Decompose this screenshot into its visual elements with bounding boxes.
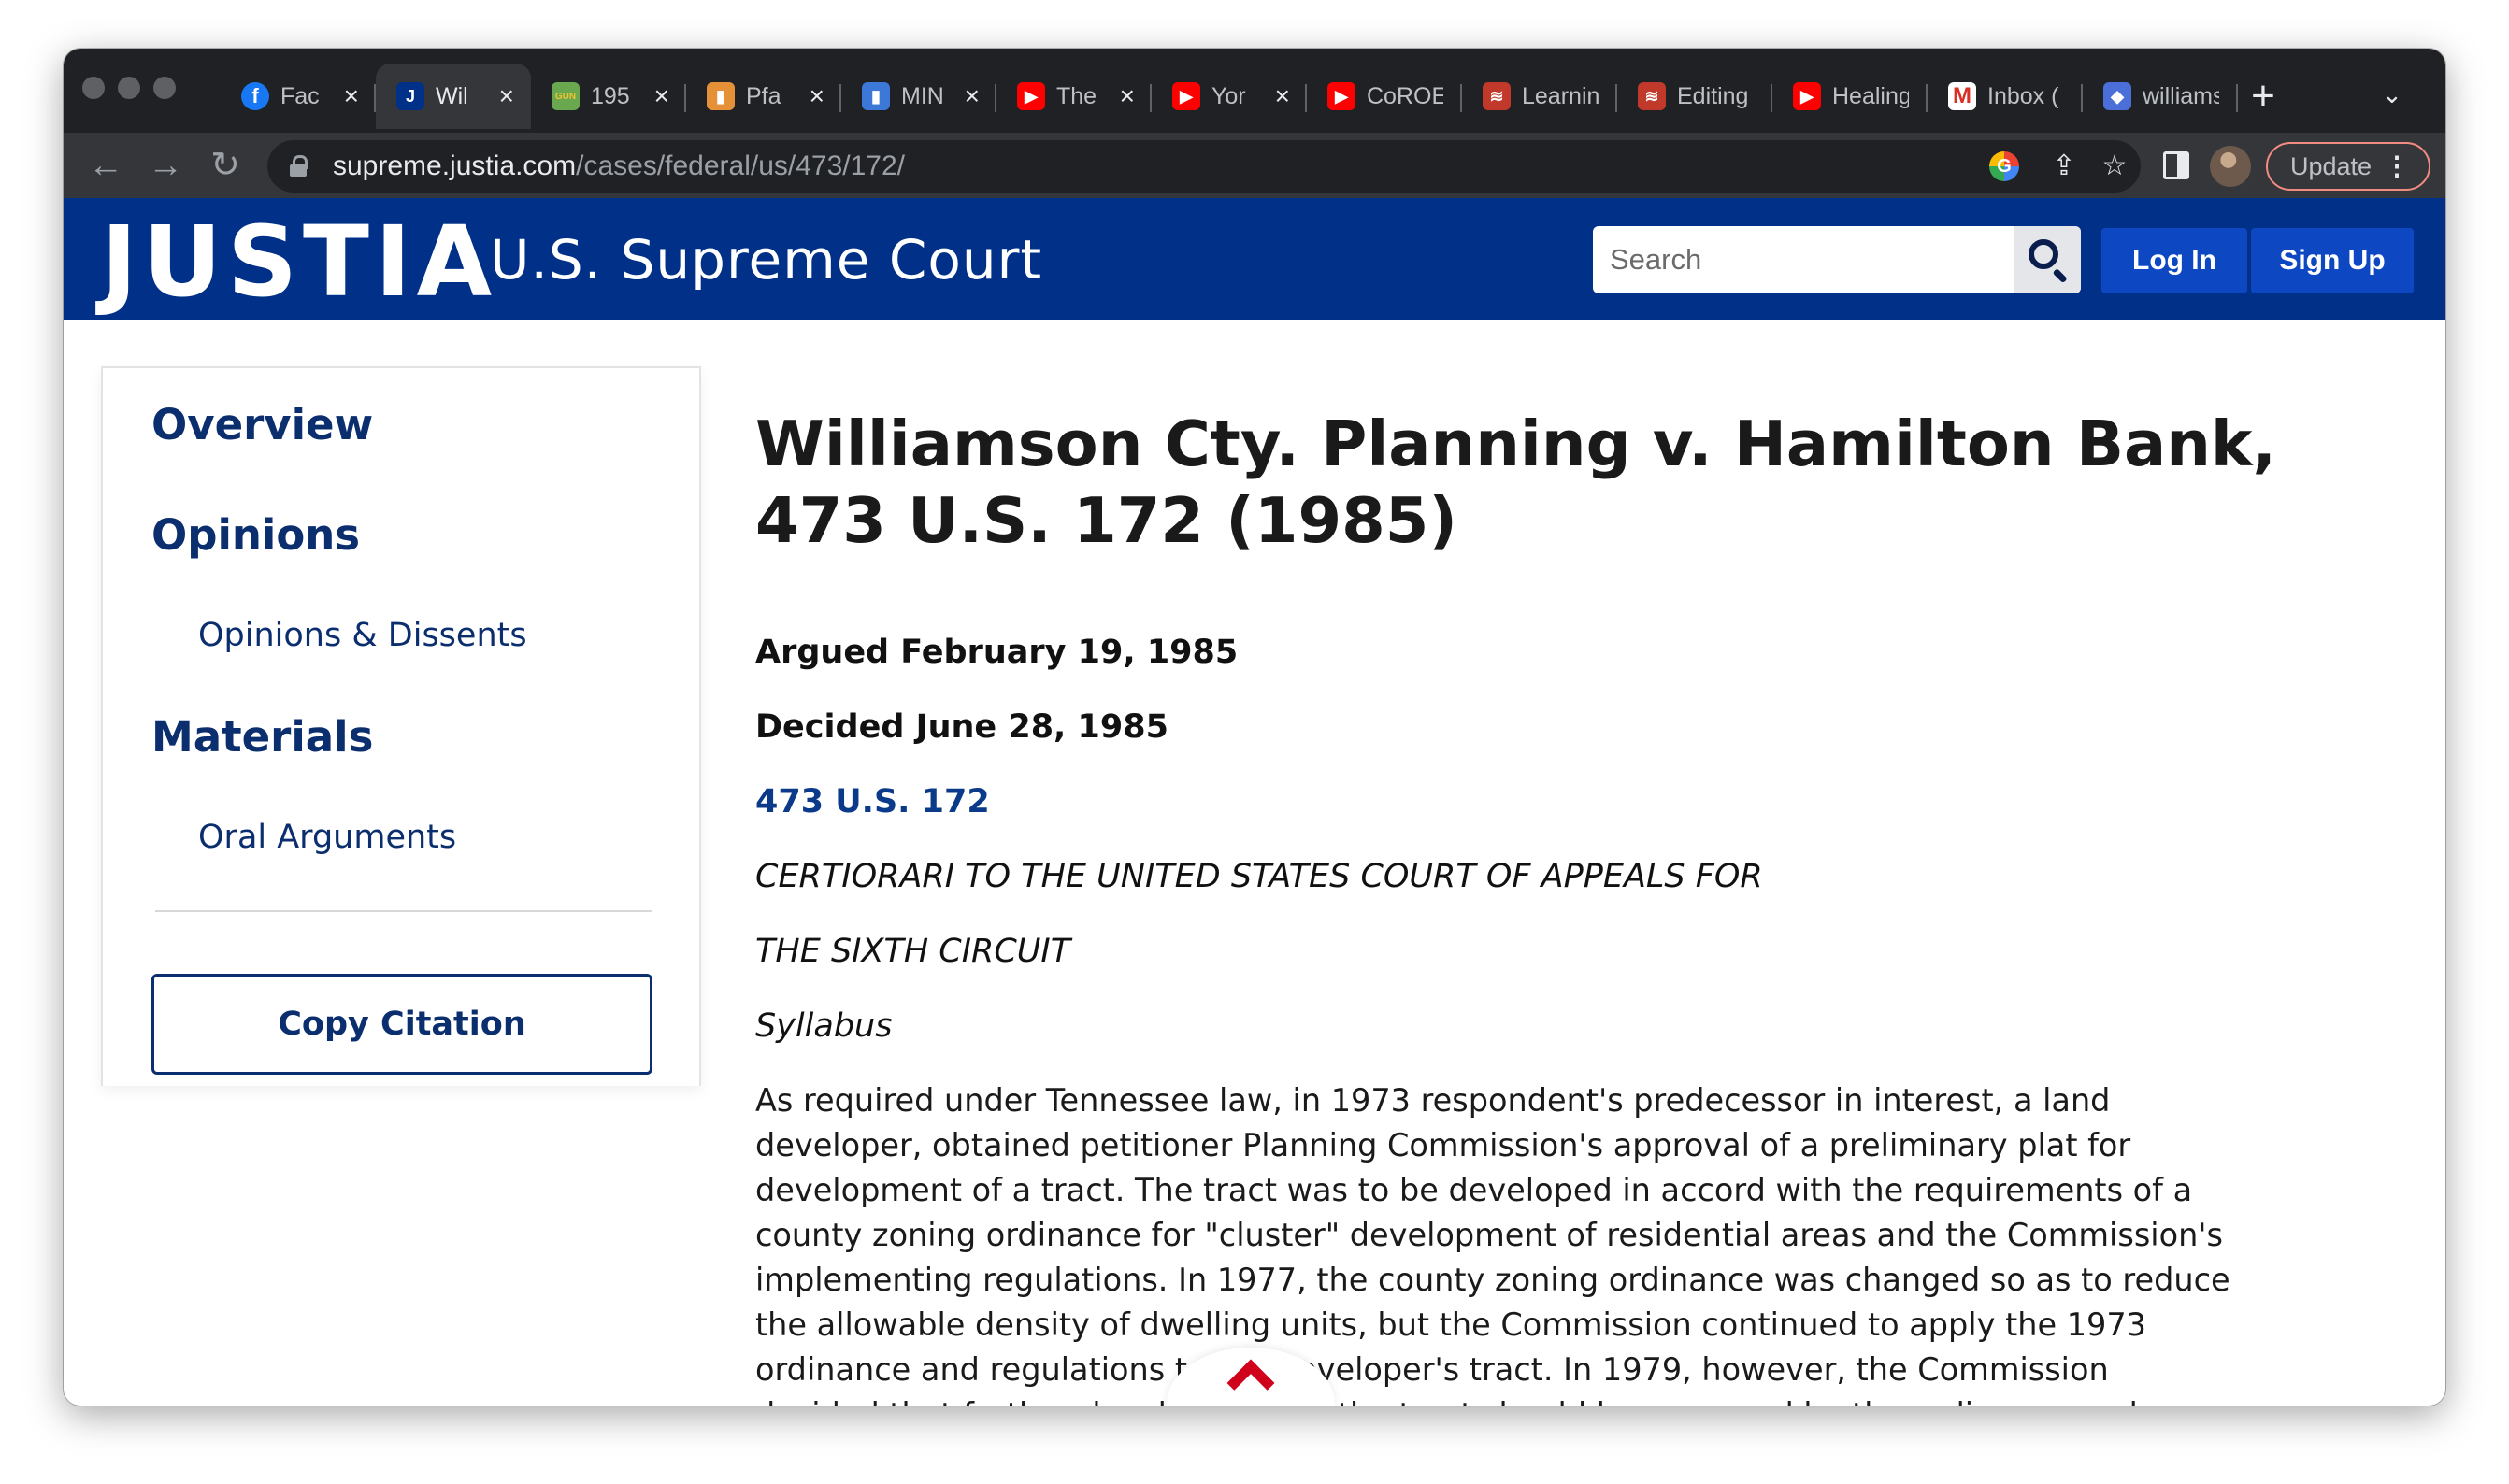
browser-tab[interactable]: ◆ williams [2083,64,2238,129]
tab-separator [2236,84,2238,112]
sidebar-item-opinions[interactable]: Opinions [151,510,360,560]
browser-toolbar: ← → ↻ supreme.justia.com/cases/federal/u… [64,133,2445,198]
tab-title: Learnin [1522,82,1599,109]
google-lens-icon[interactable]: G [1989,151,2019,181]
tab-close-icon[interactable]: × [344,82,359,110]
browser-tab[interactable]: ▮ MIN × [841,64,996,129]
update-button[interactable]: Update ⋮ [2266,142,2430,191]
search-icon [2029,239,2058,269]
bookmark-star-icon[interactable]: ☆ [2096,148,2133,185]
browser-tab[interactable]: ≋ Learnin [1462,64,1617,129]
tab-close-icon[interactable]: × [654,82,669,110]
browser-tab[interactable]: ▮ Pfa × [686,64,841,129]
sidebar-item-opinions-dissents[interactable]: Opinions & Dissents [198,617,527,654]
tab-title: The [1056,82,1097,109]
tab-title: williams [2143,82,2219,109]
tab-title: Pfa [746,82,781,109]
search-icon-handle [2052,268,2068,284]
tab-list: f Fac × J Wil × GUN 195 × ▮ Pfa × ▮ MIN × ▶ The × ▶ Yor × ▶ Co… [221,64,2238,129]
browser-tab[interactable]: ▶ CoROE [1307,64,1462,129]
tab-close-icon[interactable]: × [1120,82,1135,110]
minimize-window-dot[interactable] [118,77,140,99]
close-window-dot[interactable] [82,77,105,99]
tab-title: Inbox ( [1987,82,2059,109]
tab-title: Yor [1211,82,1246,109]
tab-close-icon[interactable]: × [499,82,514,110]
case-title: Williamson Cty. Planning v. Hamilton Ban… [755,407,2276,557]
browser-tab[interactable]: ≋ Editing [1617,64,1772,129]
address-bar[interactable]: supreme.justia.com/cases/federal/us/473/… [267,140,2141,193]
update-label: Update [2290,152,2373,180]
browser-tab[interactable]: ▶ The × [996,64,1152,129]
more-menu-icon[interactable]: ⋮ [2384,144,2410,189]
planner-icon: ≋ [1638,82,1666,110]
reload-icon[interactable]: ↻ [204,144,247,187]
tab-title: Wil [436,82,468,109]
back-arrow-icon[interactable]: ← [84,144,127,187]
justia-icon: J [396,82,424,110]
sidebar-item-materials[interactable]: Materials [151,712,373,762]
share-icon[interactable]: ⇪ [2045,148,2083,185]
youtube-icon: ▶ [1793,82,1821,110]
tab-title: CoROE [1367,82,1443,109]
certiorari-line-2: THE SIXTH CIRCUIT [755,933,1071,970]
tab-title: 195 [591,82,630,109]
facebook-icon: f [241,82,269,110]
browser-tab[interactable]: ▶ Healing [1772,64,1928,129]
gun-icon: GUN [552,82,580,110]
url-text[interactable]: supreme.justia.com/cases/federal/us/473/… [333,150,905,182]
browser-tab[interactable]: J Wil × [376,64,531,129]
browser-tab[interactable]: M Inbox ( [1928,64,2083,129]
sidebar-item-overview[interactable]: Overview [151,400,373,449]
tab-close-icon[interactable]: × [810,82,824,110]
gmail-icon: M [1948,82,1976,110]
graduation-cap-icon: ◆ [2103,82,2131,110]
copy-citation-button[interactable]: Copy Citation [151,974,652,1075]
browser-tab[interactable]: GUN 195 × [531,64,686,129]
search-button[interactable] [2014,226,2081,293]
forward-arrow-icon[interactable]: → [144,144,187,187]
new-tab-button[interactable]: + [2240,73,2287,120]
search-box [1593,226,2081,293]
youtube-icon: ▶ [1017,82,1045,110]
browser-tab[interactable]: ▶ Yor × [1152,64,1307,129]
tab-title: MIN [901,82,944,109]
justia-logo[interactable]: JUSTIA [101,213,497,310]
citation-link[interactable]: 473 U.S. 172 [755,783,990,820]
argued-date: Argued February 19, 1985 [755,634,1239,671]
profile-avatar[interactable] [2210,146,2251,187]
tab-title: Editing [1677,82,1749,109]
bars-chart-icon: ▮ [707,82,735,110]
section-title[interactable]: U.S. Supreme Court [490,228,1042,292]
site-header: JUSTIA U.S. Supreme Court Log In Sign Up [64,198,2445,320]
youtube-icon: ▶ [1327,82,1355,110]
lock-icon [290,155,308,178]
certiorari-line-1: CERTIORARI TO THE UNITED STATES COURT OF… [755,858,1763,895]
side-panel-icon[interactable] [2163,151,2189,179]
browser-window: f Fac × J Wil × GUN 195 × ▮ Pfa × ▮ MIN × ▶ The × ▶ Yor × ▶ Co… [64,49,2445,1406]
case-sidebar: Overview Opinions Opinions & Dissents Ma… [101,366,701,1086]
tab-title: Healing [1832,82,1909,109]
tab-search-chevron-icon[interactable]: ⌄ [2382,80,2402,109]
tab-close-icon[interactable]: × [1275,82,1290,110]
tab-title: Fac [280,82,320,109]
browser-tab[interactable]: f Fac × [221,64,376,129]
youtube-icon: ▶ [1172,82,1200,110]
sidebar-item-oral-arguments[interactable]: Oral Arguments [198,819,456,856]
signup-button[interactable]: Sign Up [2251,228,2414,293]
decided-date: Decided June 28, 1985 [755,708,1168,746]
url-host: supreme.justia.com [333,150,577,181]
maximize-window-dot[interactable] [153,77,176,99]
url-path: /cases/federal/us/473/172/ [576,150,906,181]
bars-chart-icon: ▮ [862,82,890,110]
syllabus-label: Syllabus [755,1007,893,1045]
syllabus-text: As required under Tennessee law, in 1973… [755,1082,2230,1406]
planner-icon: ≋ [1483,82,1511,110]
tab-strip: f Fac × J Wil × GUN 195 × ▮ Pfa × ▮ MIN × ▶ The × ▶ Yor × ▶ Co… [64,49,2445,133]
login-button[interactable]: Log In [2101,228,2247,293]
tab-close-icon[interactable]: × [965,82,980,110]
search-input[interactable] [1593,226,2012,293]
sidebar-divider [155,910,652,912]
chevron-up-icon [1226,1359,1275,1406]
